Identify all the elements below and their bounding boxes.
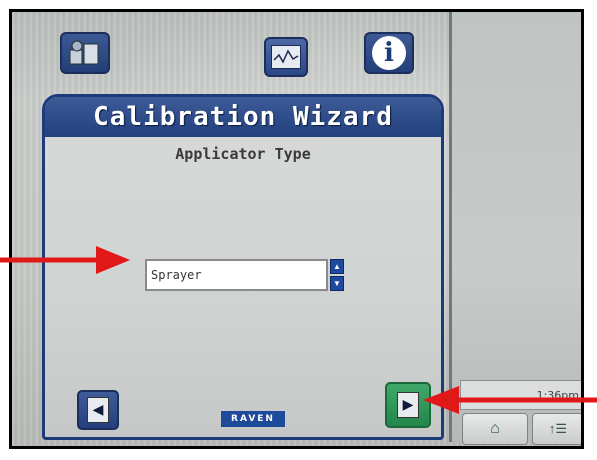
applicator-type-value[interactable]: Sprayer: [145, 259, 328, 291]
spinner: ▲ ▼: [330, 259, 344, 291]
raven-logo: RAVEN: [221, 411, 285, 427]
display-frame: i Calibration Wizard Applicator Type Spr…: [9, 9, 584, 449]
layers-button[interactable]: ↑☰: [532, 413, 581, 445]
right-panel: [449, 12, 581, 442]
scroll-down-button[interactable]: ▼: [330, 276, 344, 291]
home-button[interactable]: ⌂: [462, 413, 528, 445]
scroll-up-button[interactable]: ▲: [330, 259, 344, 274]
calibration-wizard-panel: Calibration Wizard Applicator Type Spray…: [42, 94, 444, 440]
back-arrow-icon: ◀: [87, 397, 109, 423]
layers-icon: ↑☰: [548, 421, 568, 436]
tools-icon: [69, 40, 99, 65]
info-button[interactable]: i: [364, 32, 414, 74]
chart-icon: [271, 45, 301, 69]
panel-header: Calibration Wizard: [45, 97, 441, 137]
clock: 1:36pm: [460, 380, 581, 410]
home-icon: ⌂: [490, 420, 500, 437]
next-button[interactable]: ▶: [385, 382, 431, 428]
panel-title: Calibration Wizard: [93, 102, 393, 132]
applicator-type-selector[interactable]: Sprayer ▲ ▼: [145, 259, 344, 291]
chart-button[interactable]: [264, 37, 308, 77]
back-button[interactable]: ◀: [77, 390, 119, 430]
info-icon: i: [372, 36, 406, 70]
applicator-type-label: Applicator Type: [175, 145, 311, 163]
next-arrow-icon: ▶: [397, 392, 419, 418]
tools-button[interactable]: [60, 32, 110, 74]
